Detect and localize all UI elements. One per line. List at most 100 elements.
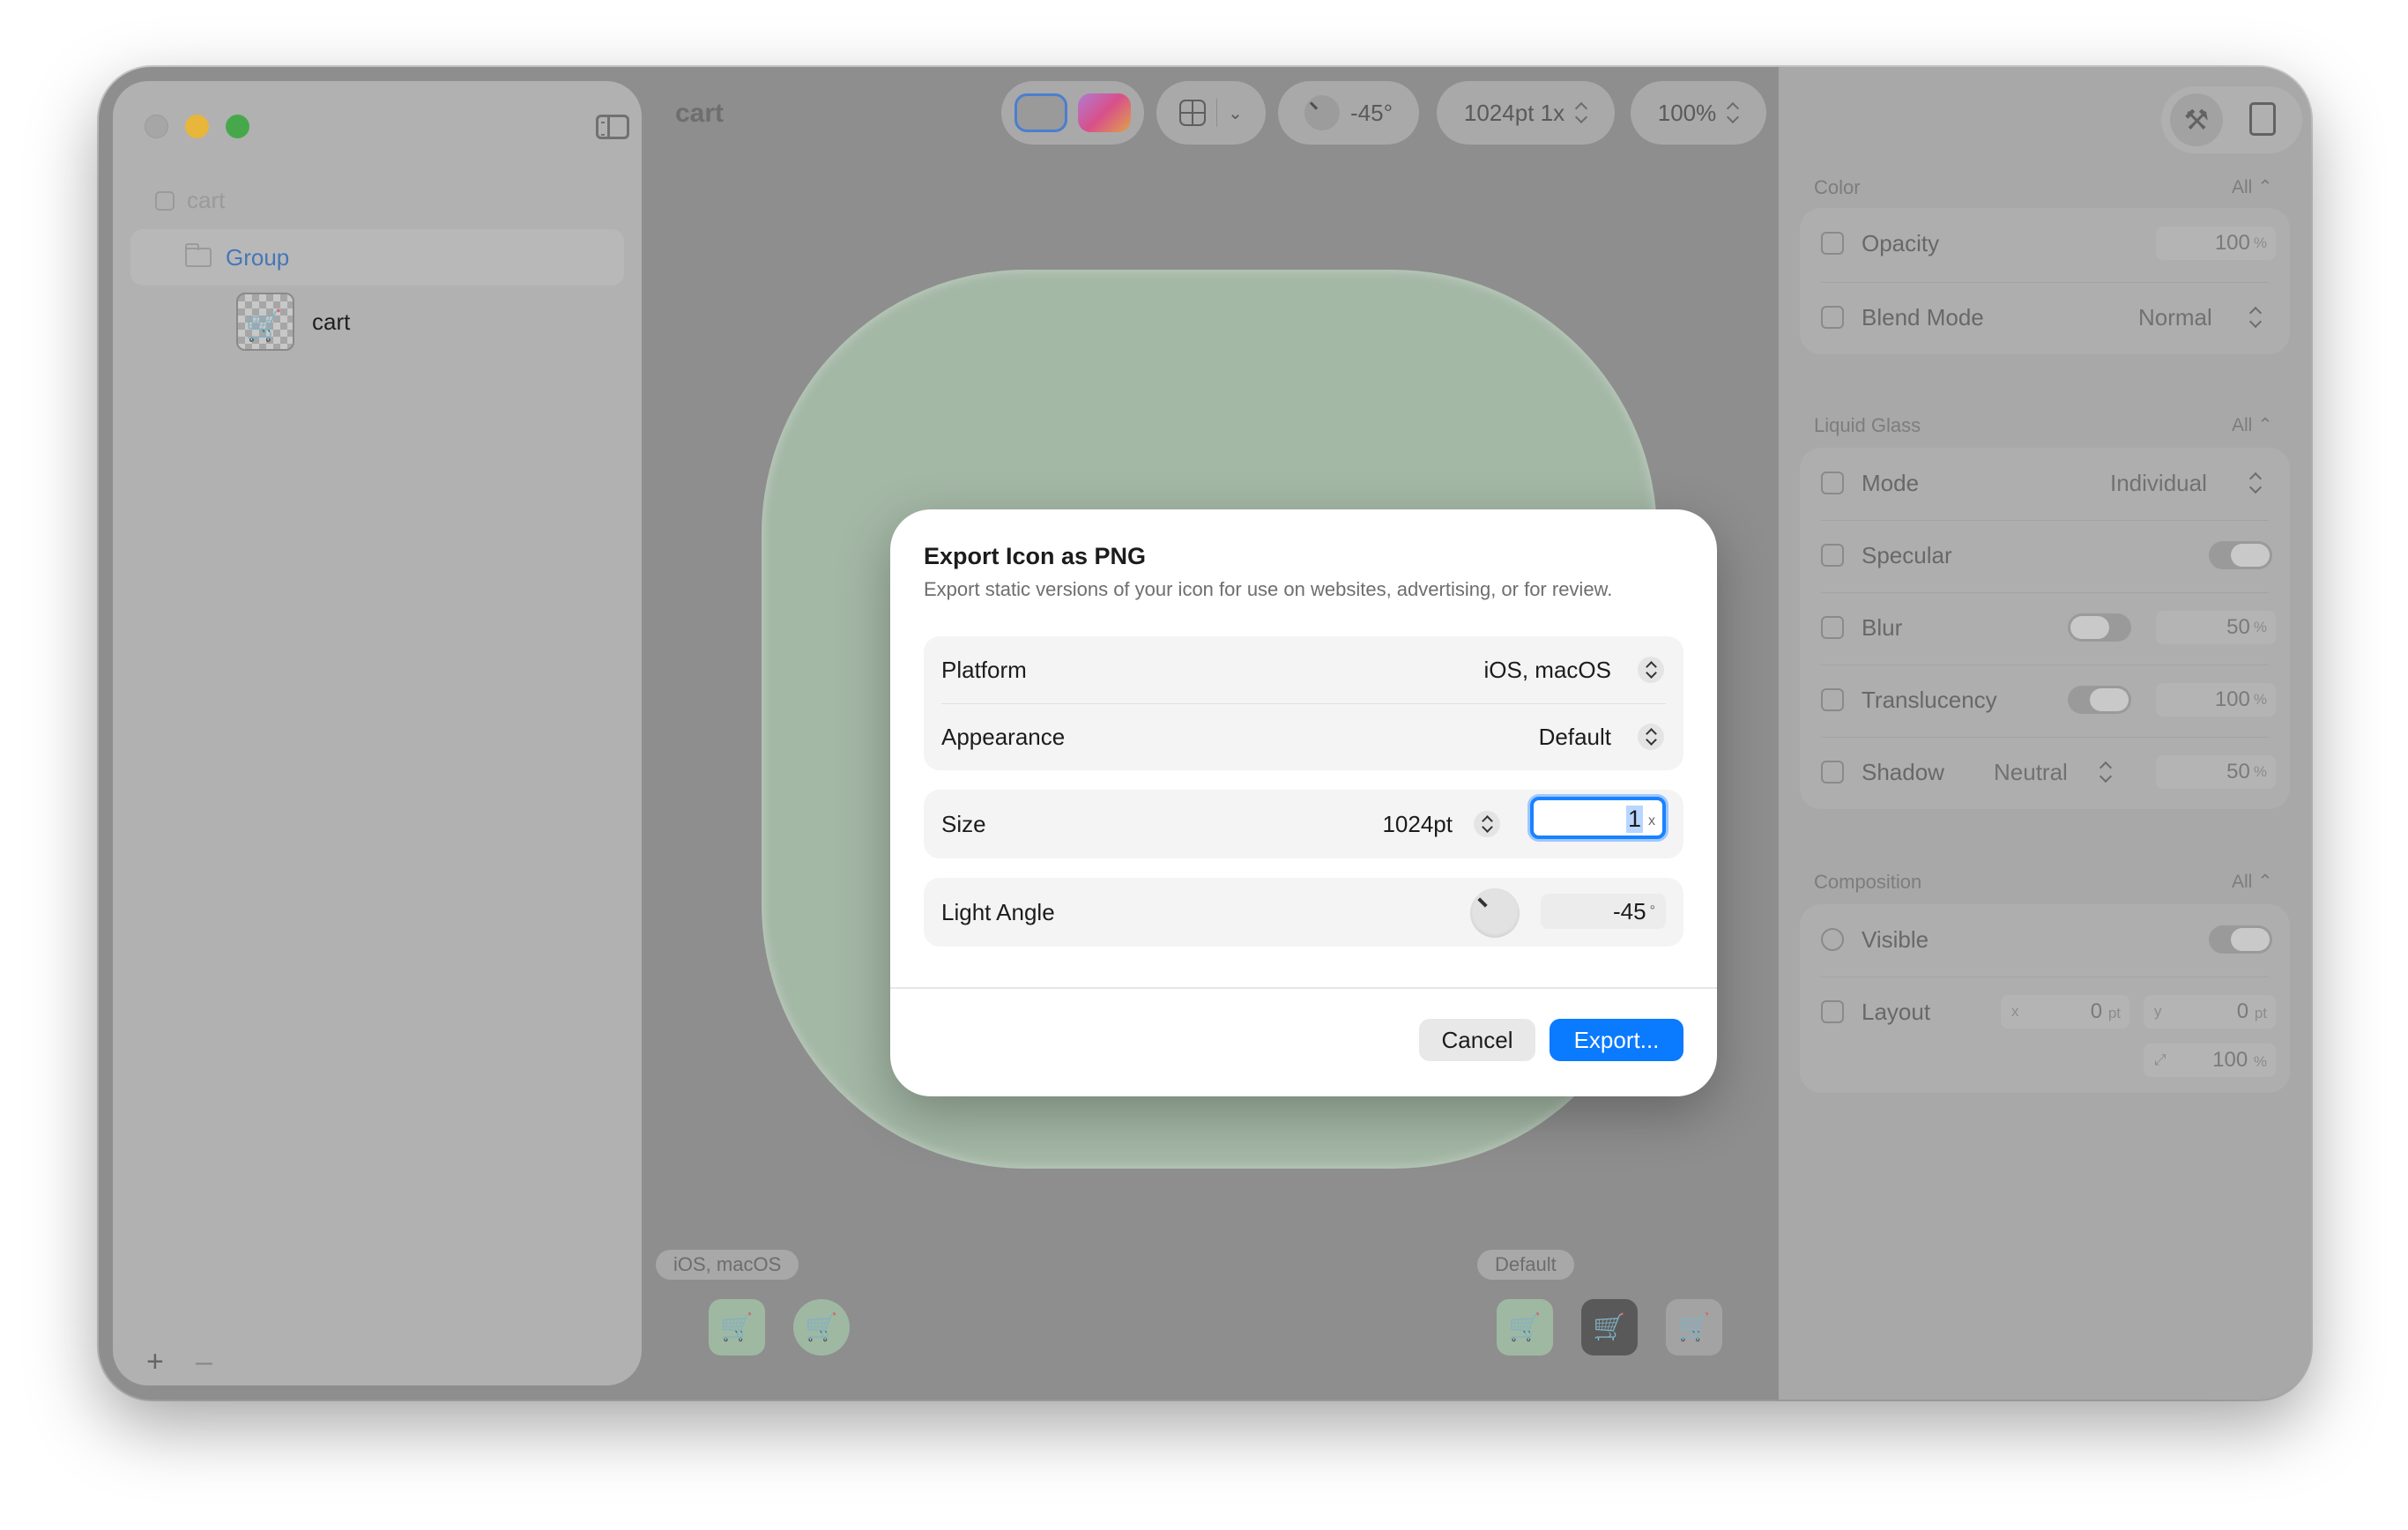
cancel-button[interactable]: Cancel [1419, 1019, 1535, 1061]
composition-card: Visible Layout x 0 pt y 0 pt ⤢ 100 % [1800, 904, 2290, 1093]
opacity-unit: % [2253, 234, 2267, 251]
size-popup[interactable]: 1024pt 1x [1437, 81, 1615, 145]
mono-icon-preview[interactable]: 🛒 [1666, 1299, 1722, 1355]
composition-all-menu[interactable]: All ⌃ [2232, 871, 2273, 893]
appearance-tag: Default [1477, 1250, 1574, 1280]
liquid-glass-card: Mode Individual Specular Blur 50 % Trans… [1800, 448, 2290, 809]
opacity-field[interactable]: 100 % [2156, 227, 2276, 260]
shadow-field[interactable]: 50 % [2156, 755, 2276, 789]
document-icon[interactable] [2249, 102, 2276, 136]
blur-row: Blur 50 % [1800, 592, 2290, 663]
layer-root-item[interactable]: cart [155, 187, 225, 214]
shadow-mode-value[interactable]: Neutral [1994, 759, 2068, 786]
size-value[interactable]: 1024pt [1382, 811, 1453, 838]
layer-group-label: Group [226, 243, 290, 271]
scale-arrows-icon: ⤢ [2154, 1051, 2166, 1068]
liquid-glass-all-menu[interactable]: All ⌃ [2232, 414, 2273, 436]
layout-label: Layout [1862, 998, 1931, 1025]
mode-row[interactable]: Mode Individual [1800, 448, 2290, 518]
shadow-value: 50 [2226, 760, 2250, 784]
x-value: 0 [2090, 999, 2103, 1023]
light-angle-unit: ° [1649, 903, 1655, 918]
shadow-icon [1821, 761, 1844, 784]
layout-row: Layout x 0 pt y 0 pt [1800, 977, 2290, 1047]
close-window-button[interactable] [145, 115, 168, 138]
zoom-popup[interactable]: 100% [1631, 81, 1766, 145]
blur-field[interactable]: 50 % [2156, 611, 2276, 644]
blur-unit: % [2253, 619, 2267, 635]
appearance-switcher[interactable] [1001, 81, 1144, 145]
export-button[interactable]: Export... [1550, 1019, 1683, 1061]
updown-chevron-icon[interactable] [1638, 657, 1664, 683]
macos-icon-preview[interactable]: 🛒 [793, 1299, 850, 1355]
translucency-icon [1821, 688, 1844, 711]
cart-icon: 🛒 [805, 1312, 838, 1342]
sidebar-toggle-icon[interactable] [596, 115, 629, 139]
mode-value[interactable]: Individual [2110, 470, 2207, 497]
app-window: cart Group 🛒 cart + – cart ⌄ -45° 1024pt… [99, 67, 2311, 1400]
scale-unit: x [1648, 813, 1655, 828]
grid-overlay-menu[interactable]: ⌄ [1156, 81, 1266, 145]
blend-mode-row[interactable]: Blend Mode Normal [1800, 282, 2290, 353]
dialog-divider [890, 987, 1717, 989]
platform-value[interactable]: iOS, macOS [1484, 657, 1611, 684]
layer-group-item[interactable]: Group [130, 229, 624, 286]
size-label: Size [941, 810, 986, 837]
light-angle-knob-icon[interactable] [1470, 888, 1520, 938]
platform-tag: iOS, macOS [656, 1250, 799, 1280]
mode-label: Mode [1862, 469, 1920, 496]
checkbox-icon[interactable] [155, 190, 175, 211]
layout-x-field[interactable]: x 0 pt [2001, 995, 2129, 1029]
divider [1216, 99, 1218, 127]
layout-scale-field[interactable]: ⤢ 100 % [2144, 1044, 2276, 1077]
default-appearance-swatch[interactable] [1014, 93, 1067, 132]
chevron-down-icon: ⌄ [1228, 103, 1243, 123]
dark-icon-preview[interactable]: 🛒 [1581, 1299, 1638, 1355]
translucency-unit: % [2253, 691, 2267, 708]
visible-toggle[interactable] [2209, 925, 2272, 954]
cart-icon: 🛒 [720, 1312, 754, 1342]
updown-chevron-icon[interactable] [1474, 811, 1500, 837]
zoom-window-button[interactable] [226, 115, 249, 138]
color-all-menu[interactable]: All ⌃ [2232, 176, 2273, 198]
ios-icon-preview[interactable]: 🛒 [709, 1299, 765, 1355]
layer-cart-item[interactable]: 🛒 cart [236, 293, 350, 351]
layout-y-field[interactable]: y 0 pt [2144, 995, 2276, 1029]
scale-input[interactable]: 1 x [1530, 797, 1666, 839]
translucency-field[interactable]: 100 % [2156, 683, 2276, 717]
appearance-row[interactable]: Appearance Default [924, 703, 1683, 770]
export-png-dialog: Export Icon as PNG Export static version… [890, 509, 1717, 1096]
tinted-appearance-swatch[interactable] [1078, 93, 1131, 132]
inspector-mode-switcher[interactable]: ⚒ [2161, 86, 2302, 153]
dialog-subtitle: Export static versions of your icon for … [924, 578, 1613, 600]
zoom-value: 100% [1657, 99, 1717, 126]
default-icon-preview[interactable]: 🛒 [1497, 1299, 1553, 1355]
folder-icon [185, 243, 212, 267]
appearance-label: Appearance [941, 723, 1066, 750]
remove-layer-button[interactable]: – [196, 1345, 212, 1379]
light-angle-control[interactable]: -45° [1278, 81, 1419, 145]
platform-label: Platform [941, 656, 1027, 683]
shadow-label: Shadow [1862, 758, 1944, 785]
cart-icon: 🛒 [245, 309, 283, 343]
platform-row[interactable]: Platform iOS, macOS [924, 636, 1683, 703]
blend-mode-value[interactable]: Normal [2138, 304, 2212, 331]
x-label: x [2011, 1003, 2019, 1020]
appearance-value[interactable]: Default [1539, 724, 1611, 751]
updown-chevron-icon [2249, 308, 2262, 327]
layers-icon [1821, 306, 1844, 329]
color-section-title: Color [1814, 176, 1861, 198]
blur-toggle[interactable] [2068, 613, 2131, 642]
blur-label: Blur [1862, 613, 1903, 641]
light-angle-input[interactable]: -45 ° [1541, 894, 1666, 929]
specular-toggle[interactable] [2209, 541, 2272, 569]
light-angle-knob-icon[interactable] [1304, 95, 1340, 130]
hammer-icon[interactable]: ⚒ [2170, 93, 2223, 146]
minimize-window-button[interactable] [185, 115, 209, 138]
updown-chevron-icon[interactable] [1638, 724, 1664, 750]
layer-cart-label: cart [312, 308, 351, 335]
add-layer-button[interactable]: + [146, 1345, 164, 1379]
translucency-toggle[interactable] [2068, 686, 2131, 714]
cart-icon: 🛒 [1508, 1312, 1542, 1342]
layer-root-label: cart [187, 187, 226, 213]
